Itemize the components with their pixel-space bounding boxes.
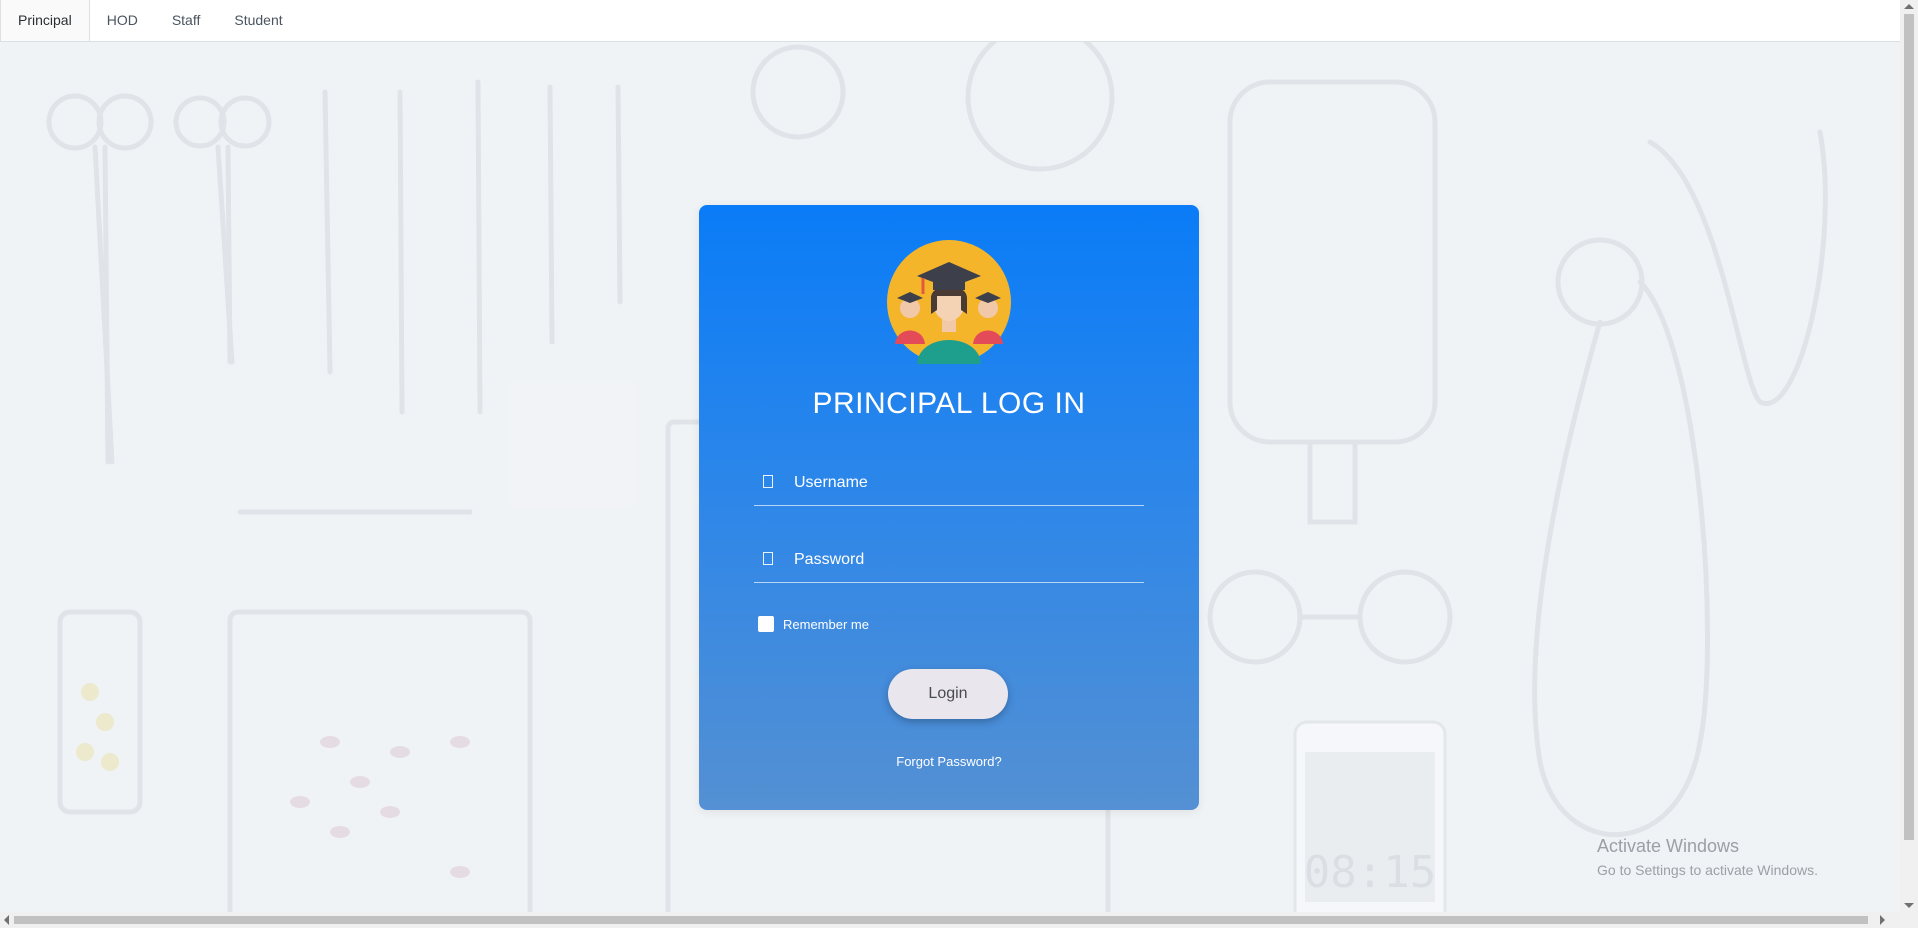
login-button[interactable]: Login [888, 669, 1008, 719]
tab-staff[interactable]: Staff [155, 0, 218, 41]
tab-principal[interactable]: Principal [0, 0, 90, 41]
forgot-password-link[interactable]: Forgot Password? [699, 754, 1199, 769]
lock-icon [763, 552, 773, 565]
remember-label: Remember me [783, 616, 869, 632]
graduates-avatar-icon [887, 240, 1011, 364]
remember-checkbox[interactable] [758, 616, 774, 632]
username-field [754, 461, 1144, 506]
horizontal-scroll-thumb[interactable] [14, 916, 1868, 924]
username-input[interactable] [792, 469, 1136, 497]
remember-me[interactable]: Remember me [758, 616, 869, 632]
role-tab-bar: Principal HOD Staff Student [0, 0, 1900, 42]
login-title: PRINCIPAL LOG IN [812, 387, 1086, 420]
horizontal-scrollbar[interactable] [0, 912, 1918, 928]
windows-activation-watermark: Activate Windows Go to Settings to activ… [1597, 836, 1818, 878]
login-card: PRINCIPAL LOG IN Remember me Login Forgo… [699, 205, 1199, 810]
vertical-scrollbar[interactable] [1900, 0, 1918, 912]
password-field [754, 538, 1144, 583]
user-icon [763, 475, 773, 488]
vertical-scroll-thumb[interactable] [1904, 14, 1914, 840]
scroll-down-arrow-icon[interactable] [1904, 903, 1914, 908]
scroll-right-arrow-icon[interactable] [1880, 915, 1885, 925]
password-input[interactable] [792, 546, 1136, 574]
tab-student[interactable]: Student [217, 0, 299, 41]
scroll-left-arrow-icon[interactable] [4, 915, 9, 925]
watermark-subtitle: Go to Settings to activate Windows. [1597, 862, 1818, 878]
scroll-up-arrow-icon[interactable] [1904, 4, 1914, 9]
watermark-title: Activate Windows [1597, 836, 1740, 856]
tab-hod[interactable]: HOD [90, 0, 155, 41]
